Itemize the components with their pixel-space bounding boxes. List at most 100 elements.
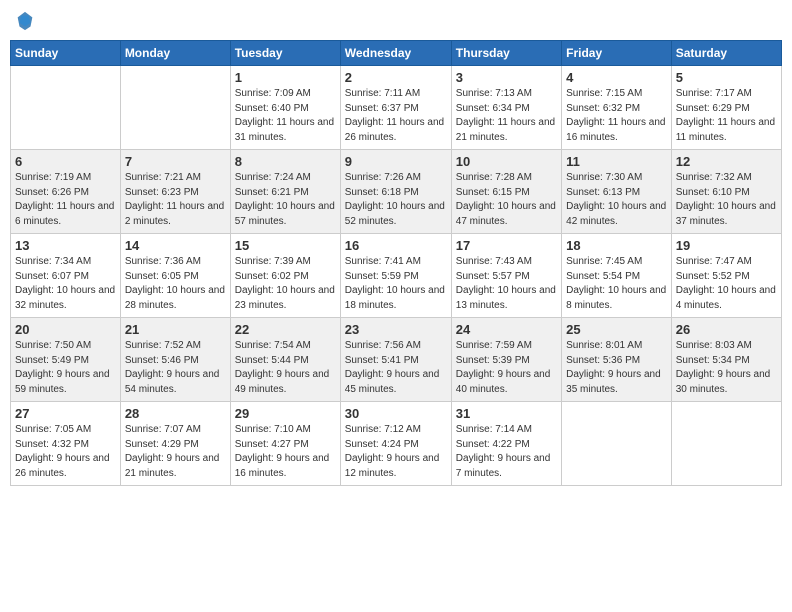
day-info: Sunrise: 7:13 AM Sunset: 6:34 PM Dayligh…: [456, 87, 557, 145]
day-info: Sunrise: 8:01 AM Sunset: 5:36 PM Dayligh…: [566, 339, 667, 397]
day-info: Sunrise: 7:43 AM Sunset: 5:57 PM Dayligh…: [456, 255, 557, 313]
day-number: 20: [15, 322, 116, 337]
calendar-cell: 17 Sunrise: 7:43 AM Sunset: 5:57 PM Dayli…: [451, 234, 561, 318]
weekday-header-wednesday: Wednesday: [340, 41, 451, 66]
calendar-cell: 29 Sunrise: 7:10 AM Sunset: 4:27 PM Dayli…: [230, 402, 340, 486]
day-info: Sunrise: 7:50 AM Sunset: 5:49 PM Dayligh…: [15, 339, 116, 397]
day-info: Sunrise: 7:56 AM Sunset: 5:41 PM Dayligh…: [345, 339, 447, 397]
day-info: Sunrise: 7:11 AM Sunset: 6:37 PM Dayligh…: [345, 87, 447, 145]
day-number: 29: [235, 406, 336, 421]
calendar-cell: 14 Sunrise: 7:36 AM Sunset: 6:05 PM Dayli…: [120, 234, 230, 318]
calendar-cell: 19 Sunrise: 7:47 AM Sunset: 5:52 PM Dayli…: [671, 234, 781, 318]
calendar-cell: [120, 66, 230, 150]
day-info: Sunrise: 7:19 AM Sunset: 6:26 PM Dayligh…: [15, 171, 116, 229]
calendar-cell: 13 Sunrise: 7:34 AM Sunset: 6:07 PM Dayli…: [11, 234, 121, 318]
calendar-cell: 24 Sunrise: 7:59 AM Sunset: 5:39 PM Dayli…: [451, 318, 561, 402]
day-info: Sunrise: 7:10 AM Sunset: 4:27 PM Dayligh…: [235, 423, 336, 481]
day-number: 18: [566, 238, 667, 253]
day-info: Sunrise: 7:47 AM Sunset: 5:52 PM Dayligh…: [676, 255, 777, 313]
calendar-cell: 8 Sunrise: 7:24 AM Sunset: 6:21 PM Daylig…: [230, 150, 340, 234]
day-info: Sunrise: 7:39 AM Sunset: 6:02 PM Dayligh…: [235, 255, 336, 313]
calendar-cell: 12 Sunrise: 7:32 AM Sunset: 6:10 PM Dayli…: [671, 150, 781, 234]
calendar-cell: 18Sunrise: 7:45 AM Sunset: 5:54 PM Dayli…: [562, 234, 672, 318]
day-info: Sunrise: 7:24 AM Sunset: 6:21 PM Dayligh…: [235, 171, 336, 229]
day-number: 14: [125, 238, 226, 253]
day-number: 25: [566, 322, 667, 337]
day-number: 4: [566, 70, 667, 85]
day-number: 26: [676, 322, 777, 337]
day-number: 12: [676, 154, 777, 169]
calendar-cell: [671, 402, 781, 486]
calendar-cell: 4 Sunrise: 7:15 AM Sunset: 6:32 PM Daylig…: [562, 66, 672, 150]
day-number: 7: [125, 154, 226, 169]
day-number: 8: [235, 154, 336, 169]
logo: [14, 10, 38, 32]
day-info: Sunrise: 7:05 AM Sunset: 4:32 PM Dayligh…: [15, 423, 116, 481]
calendar-cell: 27 Sunrise: 7:05 AM Sunset: 4:32 PM Dayli…: [11, 402, 121, 486]
calendar-cell: 2 Sunrise: 7:11 AM Sunset: 6:37 PM Daylig…: [340, 66, 451, 150]
day-number: 24: [456, 322, 557, 337]
page-header: [10, 10, 782, 32]
day-number: 31: [456, 406, 557, 421]
day-info: Sunrise: 7:30 AM Sunset: 6:13 PM Dayligh…: [566, 171, 667, 229]
calendar-cell: 26 Sunrise: 8:03 AM Sunset: 5:34 PM Dayli…: [671, 318, 781, 402]
calendar-cell: 20 Sunrise: 7:50 AM Sunset: 5:49 PM Dayli…: [11, 318, 121, 402]
calendar-cell: 10 Sunrise: 7:28 AM Sunset: 6:15 PM Dayli…: [451, 150, 561, 234]
day-info: Sunrise: 7:32 AM Sunset: 6:10 PM Dayligh…: [676, 171, 777, 229]
weekday-header-sunday: Sunday: [11, 41, 121, 66]
calendar-cell: [11, 66, 121, 150]
calendar-cell: 7 Sunrise: 7:21 AM Sunset: 6:23 PM Daylig…: [120, 150, 230, 234]
day-info: Sunrise: 7:12 AM Sunset: 4:24 PM Dayligh…: [345, 423, 447, 481]
day-info: Sunrise: 7:34 AM Sunset: 6:07 PM Dayligh…: [15, 255, 116, 313]
calendar-cell: 9Sunrise: 7:26 AM Sunset: 6:18 PM Daylig…: [340, 150, 451, 234]
day-number: 13: [15, 238, 116, 253]
calendar-cell: 31 Sunrise: 7:14 AM Sunset: 4:22 PM Dayli…: [451, 402, 561, 486]
calendar-cell: 5 Sunrise: 7:17 AM Sunset: 6:29 PM Daylig…: [671, 66, 781, 150]
calendar-cell: 11 Sunrise: 7:30 AM Sunset: 6:13 PM Dayli…: [562, 150, 672, 234]
day-info: Sunrise: 7:15 AM Sunset: 6:32 PM Dayligh…: [566, 87, 667, 145]
weekday-header-thursday: Thursday: [451, 41, 561, 66]
day-number: 30: [345, 406, 447, 421]
calendar-cell: 25 Sunrise: 8:01 AM Sunset: 5:36 PM Dayli…: [562, 318, 672, 402]
calendar-table: SundayMondayTuesdayWednesdayThursdayFrid…: [10, 40, 782, 486]
calendar-cell: 16 Sunrise: 7:41 AM Sunset: 5:59 PM Dayli…: [340, 234, 451, 318]
calendar-cell: 30 Sunrise: 7:12 AM Sunset: 4:24 PM Dayli…: [340, 402, 451, 486]
day-number: 3: [456, 70, 557, 85]
calendar-cell: 22 Sunrise: 7:54 AM Sunset: 5:44 PM Dayli…: [230, 318, 340, 402]
day-info: Sunrise: 7:52 AM Sunset: 5:46 PM Dayligh…: [125, 339, 226, 397]
weekday-header-friday: Friday: [562, 41, 672, 66]
day-number: 9: [345, 154, 447, 169]
day-number: 21: [125, 322, 226, 337]
day-number: 10: [456, 154, 557, 169]
day-number: 11: [566, 154, 667, 169]
day-info: Sunrise: 7:28 AM Sunset: 6:15 PM Dayligh…: [456, 171, 557, 229]
day-number: 15: [235, 238, 336, 253]
day-info: Sunrise: 7:17 AM Sunset: 6:29 PM Dayligh…: [676, 87, 777, 145]
day-info: Sunrise: 7:14 AM Sunset: 4:22 PM Dayligh…: [456, 423, 557, 481]
calendar-cell: [562, 402, 672, 486]
day-number: 16: [345, 238, 447, 253]
calendar-cell: 28Sunrise: 7:07 AM Sunset: 4:29 PM Dayli…: [120, 402, 230, 486]
day-number: 19: [676, 238, 777, 253]
day-number: 28: [125, 406, 226, 421]
day-number: 5: [676, 70, 777, 85]
day-number: 1: [235, 70, 336, 85]
day-info: Sunrise: 7:36 AM Sunset: 6:05 PM Dayligh…: [125, 255, 226, 313]
day-number: 17: [456, 238, 557, 253]
weekday-header-monday: Monday: [120, 41, 230, 66]
day-info: Sunrise: 7:21 AM Sunset: 6:23 PM Dayligh…: [125, 171, 226, 229]
day-info: Sunrise: 7:09 AM Sunset: 6:40 PM Dayligh…: [235, 87, 336, 145]
calendar-cell: 15 Sunrise: 7:39 AM Sunset: 6:02 PM Dayli…: [230, 234, 340, 318]
day-number: 27: [15, 406, 116, 421]
calendar-cell: 23Sunrise: 7:56 AM Sunset: 5:41 PM Dayli…: [340, 318, 451, 402]
day-number: 2: [345, 70, 447, 85]
day-info: Sunrise: 7:54 AM Sunset: 5:44 PM Dayligh…: [235, 339, 336, 397]
day-info: Sunrise: 7:59 AM Sunset: 5:39 PM Dayligh…: [456, 339, 557, 397]
day-number: 22: [235, 322, 336, 337]
weekday-header-saturday: Saturday: [671, 41, 781, 66]
day-info: Sunrise: 7:41 AM Sunset: 5:59 PM Dayligh…: [345, 255, 447, 313]
calendar-cell: 21 Sunrise: 7:52 AM Sunset: 5:46 PM Dayli…: [120, 318, 230, 402]
calendar-cell: 1 Sunrise: 7:09 AM Sunset: 6:40 PM Daylig…: [230, 66, 340, 150]
day-number: 6: [15, 154, 116, 169]
day-info: Sunrise: 8:03 AM Sunset: 5:34 PM Dayligh…: [676, 339, 777, 397]
